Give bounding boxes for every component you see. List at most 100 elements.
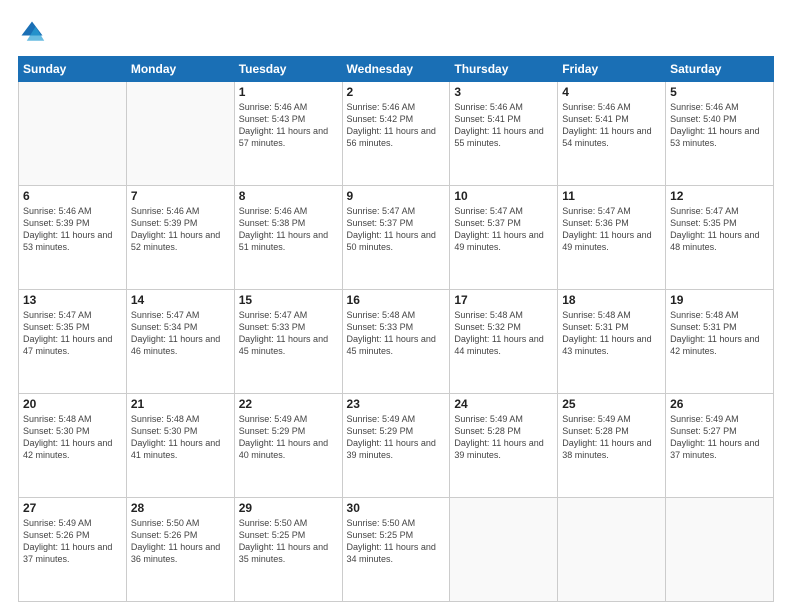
- day-number: 6: [23, 189, 122, 203]
- calendar-cell: 17 Sunrise: 5:48 AMSunset: 5:32 PMDayligh…: [450, 290, 558, 394]
- calendar-cell: [19, 82, 127, 186]
- calendar-cell: 2Sunrise: 5:46 AMSunset: 5:42 PMDaylight…: [342, 82, 450, 186]
- day-number: 28: [131, 501, 230, 515]
- day-info: Sunrise: 5:48 AMSunset: 5:30 PMDaylight:…: [131, 413, 230, 462]
- day-info: Sunrise: 5:47 AMSunset: 5:33 PMDaylight:…: [239, 309, 338, 358]
- calendar-cell: [450, 498, 558, 602]
- calendar-cell: 11 Sunrise: 5:47 AMSunset: 5:36 PMDayligh…: [558, 186, 666, 290]
- day-number: 1: [239, 85, 338, 99]
- day-info: Sunrise: 5:50 AMSunset: 5:25 PMDaylight:…: [347, 517, 446, 566]
- day-number: 14: [131, 293, 230, 307]
- day-info: Sunrise: 5:46 AMSunset: 5:40 PMDaylight:…: [670, 101, 769, 150]
- day-number: 25: [562, 397, 661, 411]
- calendar-cell: 28 Sunrise: 5:50 AMSunset: 5:26 PMDayligh…: [126, 498, 234, 602]
- day-number: 3: [454, 85, 553, 99]
- day-number: 19: [670, 293, 769, 307]
- day-info: Sunrise: 5:49 AMSunset: 5:29 PMDaylight:…: [239, 413, 338, 462]
- calendar-cell: 4 Sunrise: 5:46 AMSunset: 5:41 PMDaylight…: [558, 82, 666, 186]
- day-number: 27: [23, 501, 122, 515]
- day-info: Sunrise: 5:50 AMSunset: 5:26 PMDaylight:…: [131, 517, 230, 566]
- day-number: 29: [239, 501, 338, 515]
- day-number: 20: [23, 397, 122, 411]
- calendar-cell: 20 Sunrise: 5:48 AMSunset: 5:30 PMDayligh…: [19, 394, 127, 498]
- weekday-header: Tuesday: [234, 57, 342, 82]
- weekday-header: Wednesday: [342, 57, 450, 82]
- weekday-header: Thursday: [450, 57, 558, 82]
- day-number: 23: [347, 397, 446, 411]
- day-number: 11: [562, 189, 661, 203]
- logo-icon: [18, 18, 46, 46]
- calendar-cell: 12Sunrise: 5:47 AMSunset: 5:35 PMDayligh…: [666, 186, 774, 290]
- day-number: 16: [347, 293, 446, 307]
- day-info: Sunrise: 5:46 AMSunset: 5:39 PMDaylight:…: [131, 205, 230, 254]
- calendar-week-row: 6 Sunrise: 5:46 AMSunset: 5:39 PMDaylight…: [19, 186, 774, 290]
- weekday-header-row: SundayMondayTuesdayWednesdayThursdayFrid…: [19, 57, 774, 82]
- calendar-cell: 29 Sunrise: 5:50 AMSunset: 5:25 PMDayligh…: [234, 498, 342, 602]
- day-info: Sunrise: 5:48 AMSunset: 5:33 PMDaylight:…: [347, 309, 446, 358]
- calendar-cell: 7 Sunrise: 5:46 AMSunset: 5:39 PMDaylight…: [126, 186, 234, 290]
- calendar-table: SundayMondayTuesdayWednesdayThursdayFrid…: [18, 56, 774, 602]
- day-info: Sunrise: 5:46 AMSunset: 5:39 PMDaylight:…: [23, 205, 122, 254]
- day-info: Sunrise: 5:47 AMSunset: 5:37 PMDaylight:…: [454, 205, 553, 254]
- calendar-cell: 6 Sunrise: 5:46 AMSunset: 5:39 PMDaylight…: [19, 186, 127, 290]
- day-number: 13: [23, 293, 122, 307]
- calendar-week-row: 1 Sunrise: 5:46 AMSunset: 5:43 PMDaylight…: [19, 82, 774, 186]
- day-number: 15: [239, 293, 338, 307]
- day-info: Sunrise: 5:46 AMSunset: 5:43 PMDaylight:…: [239, 101, 338, 150]
- header: [18, 18, 774, 46]
- day-number: 4: [562, 85, 661, 99]
- day-info: Sunrise: 5:46 AMSunset: 5:38 PMDaylight:…: [239, 205, 338, 254]
- weekday-header: Friday: [558, 57, 666, 82]
- day-info: Sunrise: 5:50 AMSunset: 5:25 PMDaylight:…: [239, 517, 338, 566]
- day-number: 10: [454, 189, 553, 203]
- day-info: Sunrise: 5:47 AMSunset: 5:35 PMDaylight:…: [23, 309, 122, 358]
- calendar-cell: 9 Sunrise: 5:47 AMSunset: 5:37 PMDaylight…: [342, 186, 450, 290]
- day-info: Sunrise: 5:46 AMSunset: 5:41 PMDaylight:…: [562, 101, 661, 150]
- weekday-header: Saturday: [666, 57, 774, 82]
- calendar-cell: 5 Sunrise: 5:46 AMSunset: 5:40 PMDaylight…: [666, 82, 774, 186]
- day-number: 8: [239, 189, 338, 203]
- logo: [18, 18, 50, 46]
- day-number: 22: [239, 397, 338, 411]
- day-number: 26: [670, 397, 769, 411]
- day-info: Sunrise: 5:47 AMSunset: 5:36 PMDaylight:…: [562, 205, 661, 254]
- calendar-cell: 23Sunrise: 5:49 AMSunset: 5:29 PMDayligh…: [342, 394, 450, 498]
- calendar-cell: 19Sunrise: 5:48 AMSunset: 5:31 PMDayligh…: [666, 290, 774, 394]
- calendar-cell: 14 Sunrise: 5:47 AMSunset: 5:34 PMDayligh…: [126, 290, 234, 394]
- day-number: 17: [454, 293, 553, 307]
- day-info: Sunrise: 5:48 AMSunset: 5:30 PMDaylight:…: [23, 413, 122, 462]
- day-info: Sunrise: 5:49 AMSunset: 5:28 PMDaylight:…: [454, 413, 553, 462]
- calendar-cell: 16 Sunrise: 5:48 AMSunset: 5:33 PMDayligh…: [342, 290, 450, 394]
- calendar-week-row: 13 Sunrise: 5:47 AMSunset: 5:35 PMDayligh…: [19, 290, 774, 394]
- day-number: 12: [670, 189, 769, 203]
- day-number: 2: [347, 85, 446, 99]
- calendar-week-row: 27 Sunrise: 5:49 AMSunset: 5:26 PMDayligh…: [19, 498, 774, 602]
- calendar-cell: [666, 498, 774, 602]
- day-info: Sunrise: 5:48 AMSunset: 5:32 PMDaylight:…: [454, 309, 553, 358]
- calendar-cell: 26 Sunrise: 5:49 AMSunset: 5:27 PMDayligh…: [666, 394, 774, 498]
- day-number: 18: [562, 293, 661, 307]
- day-info: Sunrise: 5:47 AMSunset: 5:34 PMDaylight:…: [131, 309, 230, 358]
- calendar-cell: 3Sunrise: 5:46 AMSunset: 5:41 PMDaylight…: [450, 82, 558, 186]
- day-info: Sunrise: 5:48 AMSunset: 5:31 PMDaylight:…: [562, 309, 661, 358]
- calendar-week-row: 20 Sunrise: 5:48 AMSunset: 5:30 PMDayligh…: [19, 394, 774, 498]
- day-number: 24: [454, 397, 553, 411]
- day-info: Sunrise: 5:49 AMSunset: 5:26 PMDaylight:…: [23, 517, 122, 566]
- page: SundayMondayTuesdayWednesdayThursdayFrid…: [0, 0, 792, 612]
- day-info: Sunrise: 5:49 AMSunset: 5:27 PMDaylight:…: [670, 413, 769, 462]
- weekday-header: Sunday: [19, 57, 127, 82]
- calendar-cell: 25 Sunrise: 5:49 AMSunset: 5:28 PMDayligh…: [558, 394, 666, 498]
- calendar-cell: 15 Sunrise: 5:47 AMSunset: 5:33 PMDayligh…: [234, 290, 342, 394]
- calendar-cell: 24 Sunrise: 5:49 AMSunset: 5:28 PMDayligh…: [450, 394, 558, 498]
- calendar-cell: 27 Sunrise: 5:49 AMSunset: 5:26 PMDayligh…: [19, 498, 127, 602]
- weekday-header: Monday: [126, 57, 234, 82]
- day-number: 5: [670, 85, 769, 99]
- day-number: 7: [131, 189, 230, 203]
- day-info: Sunrise: 5:47 AMSunset: 5:37 PMDaylight:…: [347, 205, 446, 254]
- calendar-cell: 13 Sunrise: 5:47 AMSunset: 5:35 PMDayligh…: [19, 290, 127, 394]
- day-info: Sunrise: 5:49 AMSunset: 5:28 PMDaylight:…: [562, 413, 661, 462]
- calendar-cell: 1 Sunrise: 5:46 AMSunset: 5:43 PMDaylight…: [234, 82, 342, 186]
- calendar-cell: 30Sunrise: 5:50 AMSunset: 5:25 PMDayligh…: [342, 498, 450, 602]
- calendar-cell: [126, 82, 234, 186]
- day-number: 9: [347, 189, 446, 203]
